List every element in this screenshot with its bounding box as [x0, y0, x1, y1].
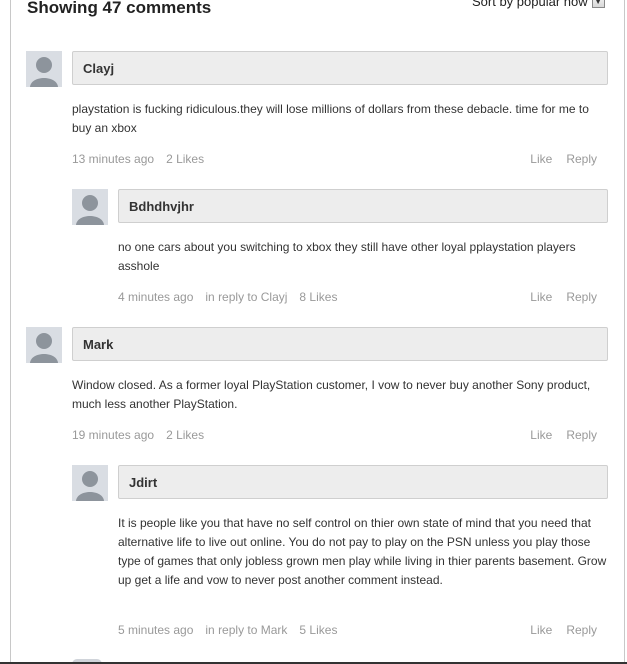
- reply-button[interactable]: Reply: [566, 623, 597, 637]
- comment-likes-count: 8 Likes: [299, 290, 338, 304]
- sort-dropdown[interactable]: Sort by popular now ▼: [472, 0, 605, 9]
- comment-timestamp[interactable]: 19 minutes ago: [72, 428, 154, 442]
- sort-label: Sort by popular now: [472, 0, 588, 9]
- like-button[interactable]: Like: [530, 290, 552, 304]
- chevron-down-icon[interactable]: ▼: [591, 0, 605, 8]
- comment-likes-count: 2 Likes: [166, 152, 205, 166]
- comment-meta: 19 minutes ago 2 Likes Like Reply: [72, 428, 608, 442]
- comment-timestamp[interactable]: 5 minutes ago: [118, 623, 193, 637]
- avatar[interactable]: [72, 189, 108, 225]
- comment-likes-count: 2 Likes: [166, 428, 205, 442]
- comment-text: Window closed. As a former loyal PlaySta…: [72, 378, 591, 411]
- avatar[interactable]: [72, 465, 108, 501]
- comment-author[interactable]: Mark: [72, 327, 608, 361]
- comment-likes-count: 5 Likes: [299, 623, 338, 637]
- default-avatar-icon: [72, 189, 108, 225]
- reply-button[interactable]: Reply: [566, 152, 597, 166]
- comment-timestamp[interactable]: 4 minutes ago: [118, 290, 193, 304]
- in-reply-to-link[interactable]: in reply to Mark: [205, 623, 287, 637]
- avatar[interactable]: [26, 327, 62, 363]
- like-button[interactable]: Like: [530, 623, 552, 637]
- comment-meta: 13 minutes ago 2 Likes Like Reply: [72, 152, 608, 166]
- comment-meta: 5 minutes ago in reply to Mark 5 Likes L…: [118, 623, 608, 637]
- comment-author[interactable]: Jdirt: [118, 465, 608, 499]
- avatar[interactable]: [26, 51, 62, 87]
- comment-timestamp[interactable]: 13 minutes ago: [72, 152, 154, 166]
- comment-text: no one cars about you switching to xbox …: [118, 240, 576, 273]
- like-button[interactable]: Like: [530, 152, 552, 166]
- comment-author[interactable]: Bdhdhvjhr: [118, 189, 608, 223]
- comment-meta: 4 minutes ago in reply to Clayj 8 Likes …: [118, 290, 608, 304]
- reply-button[interactable]: Reply: [566, 428, 597, 442]
- comments-count-title: Showing 47 comments: [27, 0, 212, 17]
- default-avatar-icon: [26, 327, 62, 363]
- default-avatar-icon: [72, 465, 108, 501]
- default-avatar-icon: [26, 51, 62, 87]
- comment-author[interactable]: Clayj: [72, 51, 608, 85]
- reply-button[interactable]: Reply: [566, 290, 597, 304]
- in-reply-to-link[interactable]: in reply to Clayj: [205, 290, 287, 304]
- like-button[interactable]: Like: [530, 428, 552, 442]
- comment-text: It is people like you that have no self …: [118, 516, 607, 587]
- comment-text: playstation is fucking ridiculous.they w…: [72, 102, 589, 135]
